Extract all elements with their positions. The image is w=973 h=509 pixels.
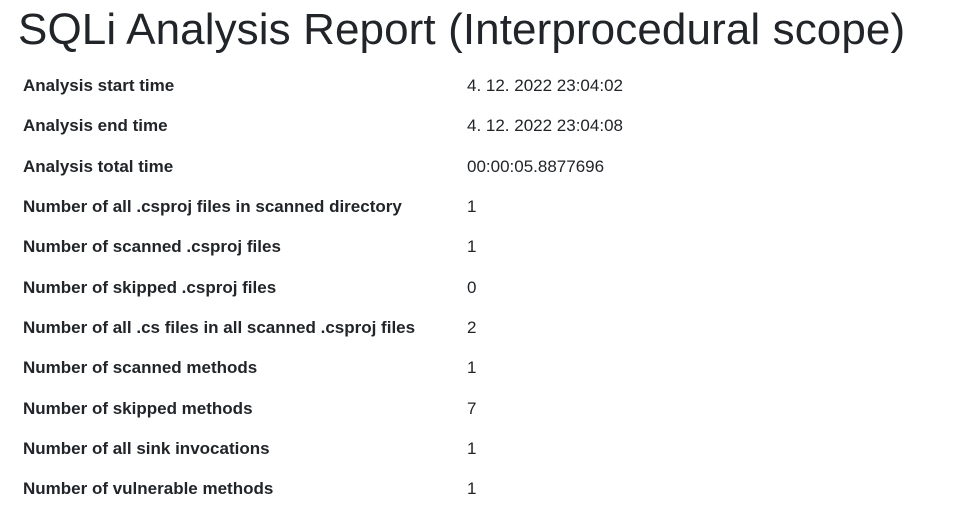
row-label-analysis-end-time: Analysis end time [23, 116, 168, 136]
page-title: SQLi Analysis Report (Interprocedural sc… [18, 5, 906, 54]
table-row: Number of skipped .csproj files 0 [16, 267, 630, 307]
row-label-skipped-methods: Number of skipped methods [23, 398, 253, 418]
row-value-skipped-methods: 7 [467, 398, 477, 418]
row-value-analysis-end-time: 4. 12. 2022 23:04:08 [467, 116, 623, 136]
row-value-sink-invocations: 1 [467, 438, 477, 458]
row-value-analysis-start-time: 4. 12. 2022 23:04:02 [467, 76, 623, 96]
report-page: SQLi Analysis Report (Interprocedural sc… [0, 0, 973, 509]
row-label-all-cs-files: Number of all .cs files in all scanned .… [23, 317, 416, 337]
row-value-skipped-csproj-files: 0 [467, 277, 477, 297]
table-row: Number of all .csproj files in scanned d… [16, 187, 630, 227]
table-row: Number of all sink invocations 1 [16, 429, 630, 469]
row-label-sink-invocations: Number of all sink invocations [23, 438, 270, 458]
table-row: Analysis total time 00:00:05.8877696 [16, 147, 630, 187]
row-value-all-csproj-files: 1 [467, 197, 477, 217]
row-label-scanned-methods: Number of scanned methods [23, 358, 258, 378]
row-value-analysis-total-time: 00:00:05.8877696 [467, 156, 605, 176]
row-value-scanned-methods: 1 [467, 358, 477, 378]
table-row: Number of skipped methods 7 [16, 388, 630, 428]
table-row: Analysis end time 4. 12. 2022 23:04:08 [16, 106, 630, 146]
table-row: Number of all .cs files in all scanned .… [16, 308, 630, 348]
table-row: Number of vulnerable methods 1 [16, 469, 630, 509]
table-row: Analysis start time 4. 12. 2022 23:04:02 [16, 66, 630, 106]
row-value-all-cs-files: 2 [467, 317, 477, 337]
row-value-vulnerable-methods: 1 [467, 479, 477, 499]
row-value-scanned-csproj-files: 1 [467, 237, 477, 257]
row-label-skipped-csproj-files: Number of skipped .csproj files [23, 277, 277, 297]
row-label-scanned-csproj-files: Number of scanned .csproj files [23, 237, 281, 257]
summary-table: Analysis start time 4. 12. 2022 23:04:02… [16, 66, 630, 509]
row-label-analysis-total-time: Analysis total time [23, 156, 174, 176]
table-row: Number of scanned methods 1 [16, 348, 630, 388]
table-row: Number of scanned .csproj files 1 [16, 227, 630, 267]
row-label-all-csproj-files: Number of all .csproj files in scanned d… [23, 197, 402, 217]
row-label-analysis-start-time: Analysis start time [23, 76, 175, 96]
row-label-vulnerable-methods: Number of vulnerable methods [23, 479, 274, 499]
